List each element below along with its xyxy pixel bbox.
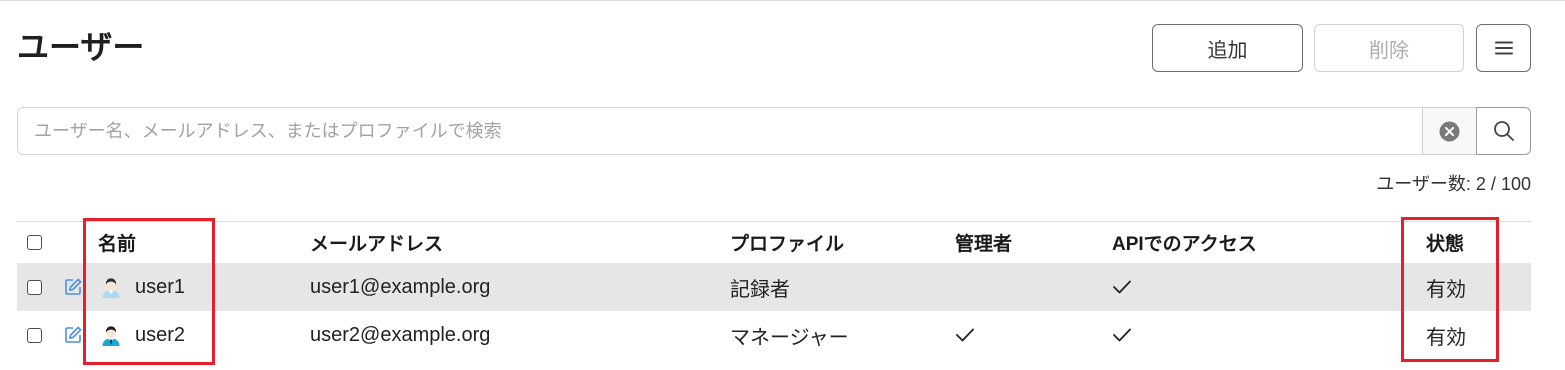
user-avatar-icon xyxy=(100,276,122,298)
select-all-checkbox[interactable] xyxy=(27,235,42,250)
menu-button[interactable] xyxy=(1476,24,1531,72)
user-api-access-cell xyxy=(1112,311,1426,359)
check-icon xyxy=(1112,327,1132,343)
edit-icon[interactable] xyxy=(63,325,83,345)
user-admin-cell xyxy=(955,263,1112,311)
delete-user-button[interactable]: 削除 xyxy=(1314,24,1464,72)
page-title: ユーザー xyxy=(17,29,145,65)
edit-column-header xyxy=(55,222,98,263)
users-table: 名前 メールアドレス プロファイル 管理者 APIでのアクセス 状態 user1… xyxy=(17,221,1531,359)
row-edit-cell xyxy=(55,263,98,311)
user-name-cell: user1 xyxy=(98,263,310,311)
column-header-email: メールアドレス xyxy=(310,234,444,255)
search-bar xyxy=(17,107,1531,155)
row-select-cell xyxy=(17,263,55,311)
row-checkbox[interactable] xyxy=(27,279,42,295)
column-header-api-access: APIでのアクセス xyxy=(1112,234,1257,255)
column-header-status: 状態 xyxy=(1426,234,1465,255)
user-name: user1 xyxy=(135,275,186,298)
user-status: 有効 xyxy=(1426,278,1466,301)
table-header-row: 名前 メールアドレス プロファイル 管理者 APIでのアクセス 状態 xyxy=(17,222,1531,263)
search-button[interactable] xyxy=(1476,107,1531,155)
check-icon xyxy=(955,327,975,343)
user-count-current: 2 xyxy=(1475,174,1486,194)
user-status: 有効 xyxy=(1426,326,1466,349)
check-icon xyxy=(1112,279,1132,295)
add-user-button[interactable]: 追加 xyxy=(1152,24,1303,72)
row-checkbox[interactable] xyxy=(27,327,42,343)
user-name: user2 xyxy=(135,323,186,346)
top-divider xyxy=(0,0,1565,1)
table-row[interactable]: user1 user1@example.org 記録者 有効 xyxy=(17,263,1531,311)
clear-search-button[interactable] xyxy=(1422,107,1476,155)
row-select-cell xyxy=(17,311,55,359)
table-row[interactable]: user2 user2@example.org マネージャー 有効 xyxy=(17,311,1531,359)
select-all-cell xyxy=(17,222,55,263)
user-count-separator: / xyxy=(1490,174,1496,194)
manager-avatar-icon xyxy=(100,324,122,346)
user-api-access-cell xyxy=(1112,263,1426,311)
search-icon xyxy=(1493,120,1515,142)
search-input[interactable] xyxy=(17,107,1422,155)
clear-circle-icon xyxy=(1439,121,1460,142)
user-count: ユーザー数: 2 / 100 xyxy=(1376,171,1531,197)
user-profile: 記録者 xyxy=(730,278,790,301)
user-admin-cell xyxy=(955,311,1112,359)
edit-icon[interactable] xyxy=(63,277,83,297)
user-count-limit: 100 xyxy=(1500,174,1531,194)
user-name-cell: user2 xyxy=(98,311,310,359)
user-profile: マネージャー xyxy=(730,326,849,349)
user-email: user2@example.org xyxy=(310,323,491,346)
column-header-admin: 管理者 xyxy=(955,234,1013,255)
column-header-profile: プロファイル xyxy=(730,234,845,255)
hamburger-menu-icon xyxy=(1494,40,1514,56)
user-email: user1@example.org xyxy=(310,275,491,298)
user-count-label: ユーザー数: xyxy=(1376,174,1471,194)
row-edit-cell xyxy=(55,311,98,359)
column-header-name: 名前 xyxy=(98,234,137,255)
